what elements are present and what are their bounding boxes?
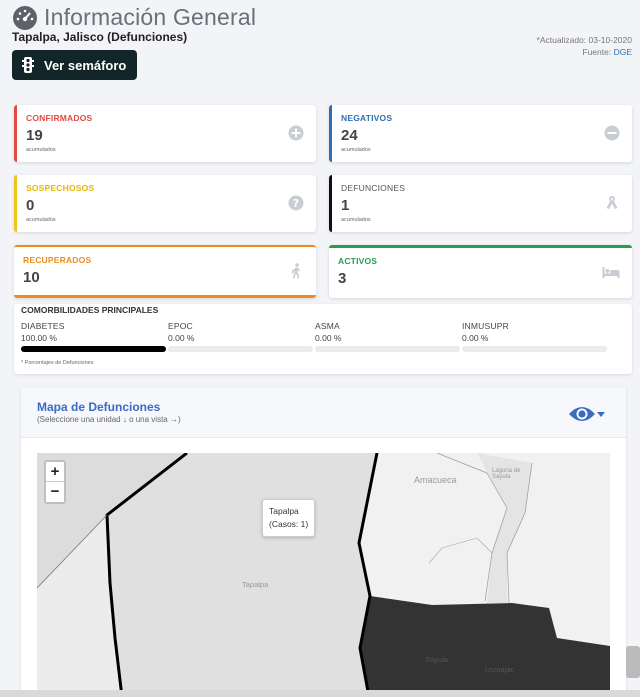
comorbidity-bar	[462, 346, 607, 352]
comorbidity-inmusupr: INMUSUPR 0.00 %	[462, 321, 607, 352]
zoom-control: + −	[44, 460, 66, 504]
bottom-scrollbar[interactable]	[0, 690, 640, 697]
caret-down-icon	[597, 412, 605, 417]
negativos-value: 24	[341, 127, 358, 144]
scroll-handle[interactable]	[626, 646, 640, 678]
comorbidity-bar	[168, 346, 313, 352]
comorbidity-asma: ASMA 0.00 %	[315, 321, 460, 352]
map-canvas[interactable]: + − Tapalpa (Casos: 1) Amacueca Tapalpa …	[37, 453, 610, 697]
plus-circle-icon	[288, 125, 304, 141]
comorbidity-pct: 0.00 %	[168, 333, 195, 343]
page-title: Información General	[44, 4, 257, 30]
defunciones-label: DEFUNCIONES	[341, 183, 406, 193]
card-activos: ACTIVOS 3	[329, 245, 632, 298]
comorbidity-bar	[21, 346, 166, 352]
map-label-amacueca: Amacueca	[414, 475, 457, 485]
zoom-out-button[interactable]: −	[46, 482, 64, 502]
comorbidity-name: EPOC	[168, 321, 193, 331]
map-label-laguna: Laguna de Sayula	[492, 468, 521, 480]
comorbidity-diabetes: DIABETES 100.00 %	[21, 321, 166, 352]
card-sospechosos: SOSPECHOSOS 0 acumulados ?	[14, 175, 316, 232]
question-circle-icon: ?	[288, 195, 304, 211]
card-defunciones: DEFUNCIONES 1 acumulados	[329, 175, 632, 232]
activos-value: 3	[338, 270, 347, 287]
map-label-sayula: Sayula	[425, 655, 448, 664]
comorbidity-bar	[315, 346, 460, 352]
bed-icon	[602, 267, 620, 278]
sospechosos-sub: acumulados	[26, 217, 56, 223]
source-link[interactable]: DGE	[614, 47, 632, 57]
svg-text:?: ?	[293, 197, 299, 210]
defunciones-sub: acumulados	[341, 217, 371, 223]
tooltip-cases: (Casos: 1)	[269, 519, 309, 529]
map-title: Mapa de Defunciones	[37, 400, 161, 414]
recuperados-value: 10	[23, 269, 40, 286]
ver-semaforo-label: Ver semáforo	[44, 57, 127, 73]
negativos-label: NEGATIVOS	[341, 113, 393, 123]
card-negativos: NEGATIVOS 24 acumulados	[329, 105, 632, 162]
map-label-usmajac: Usmajac	[485, 665, 515, 674]
map-base	[37, 453, 610, 697]
traffic-light-icon	[22, 57, 34, 73]
map-label-tapalpa: Tapalpa	[242, 580, 269, 589]
comorbidity-name: INMUSUPR	[462, 321, 509, 331]
comorbidity-name: DIABETES	[21, 321, 65, 331]
view-selector-button[interactable]	[568, 402, 608, 426]
activos-label: ACTIVOS	[338, 256, 378, 266]
map-tooltip: Tapalpa (Casos: 1)	[262, 499, 316, 537]
recuperados-label: RECUPERADOS	[23, 255, 92, 265]
update-info: *Actualizado: 03-10-2020 Fuente: DGE	[537, 34, 632, 58]
map-subtitle: (Seleccione una unidad ↓ o una vista →)	[37, 415, 181, 424]
comorbidity-bar-fill	[21, 346, 166, 352]
zoom-in-button[interactable]: +	[46, 462, 64, 482]
updated-date: *Actualizado: 03-10-2020	[536, 35, 632, 45]
comorbilidades-title: COMORBILIDADES PRINCIPALES	[21, 305, 159, 315]
map-panel: Mapa de Defunciones (Seleccione una unid…	[21, 388, 626, 697]
comorbidity-epoc: EPOC 0.00 %	[168, 321, 313, 352]
ver-semaforo-button[interactable]: Ver semáforo	[12, 50, 137, 80]
defunciones-value: 1	[341, 197, 350, 214]
card-confirmados: CONFIRMADOS 19 acumulados	[14, 105, 316, 162]
sospechosos-value: 0	[26, 197, 35, 214]
minus-circle-icon	[604, 125, 620, 141]
ribbon-icon	[606, 196, 618, 209]
speedometer-icon	[13, 5, 37, 30]
tapalpa-region	[107, 453, 377, 697]
location-subtitle: Tapalpa, Jalisco (Defunciones)	[12, 30, 188, 44]
confirmados-value: 19	[26, 127, 43, 144]
title-row: Información General	[12, 4, 256, 31]
page-header: Información General Tapalpa, Jalisco (De…	[0, 0, 640, 100]
comorbidity-pct: 0.00 %	[315, 333, 342, 343]
confirmados-label: CONFIRMADOS	[26, 113, 93, 123]
confirmados-sub: acumulados	[26, 147, 56, 153]
map-header: Mapa de Defunciones (Seleccione una unid…	[21, 388, 626, 438]
comorbidity-pct: 0.00 %	[462, 333, 489, 343]
comorbidity-pct: 100.00 %	[21, 333, 57, 343]
card-recuperados: RECUPERADOS 10	[14, 245, 316, 298]
sospechosos-label: SOSPECHOSOS	[26, 183, 95, 193]
source-label: Fuente:	[582, 47, 612, 57]
comorbilidades-panel: COMORBILIDADES PRINCIPALES DIABETES 100.…	[14, 304, 632, 374]
walking-person-icon	[292, 263, 300, 279]
tooltip-name: Tapalpa	[269, 506, 299, 516]
eye-icon	[569, 407, 595, 421]
comorbidity-name: ASMA	[315, 321, 340, 331]
negativos-sub: acumulados	[341, 147, 371, 153]
comorbilidades-note: * Porcentajes de Defunciones	[21, 360, 94, 366]
